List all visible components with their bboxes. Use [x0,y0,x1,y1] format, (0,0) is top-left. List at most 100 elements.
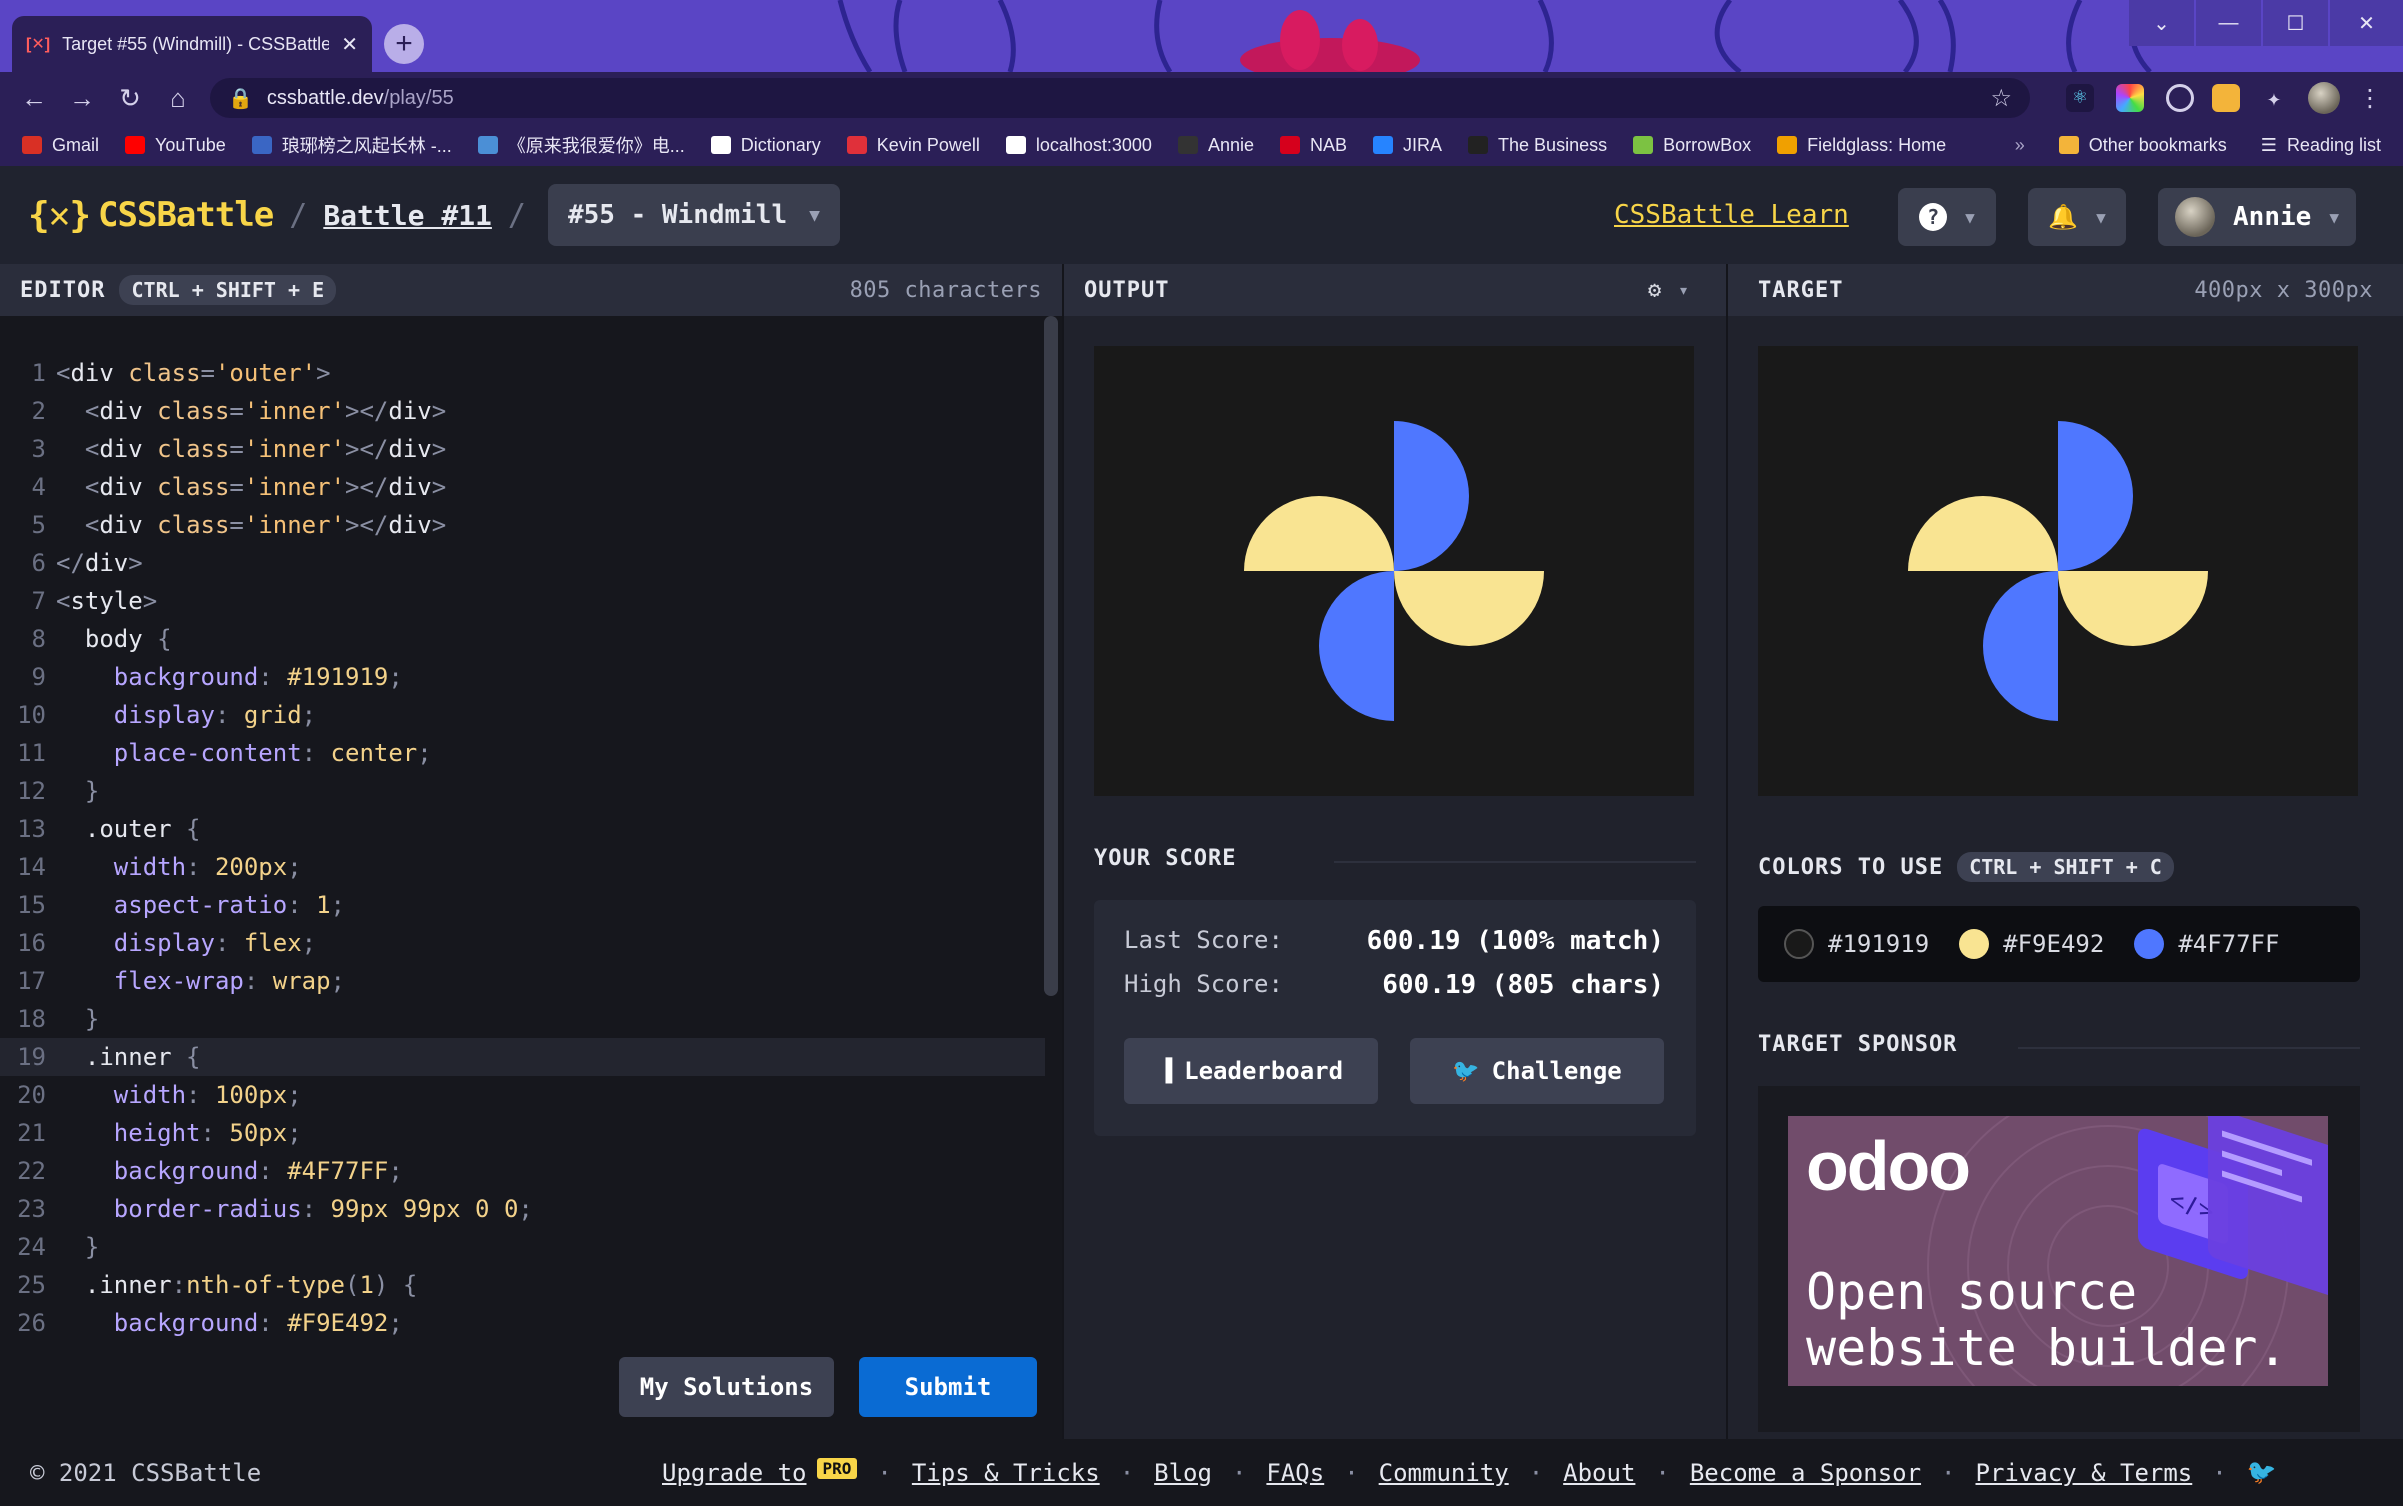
code-line[interactable]: 24 } [0,1228,1045,1266]
bookmark-item[interactable]: JIRA [1373,135,1442,156]
close-tab-icon[interactable]: ✕ [341,32,358,57]
become-sponsor-link[interactable]: Become a Sponsor [1690,1459,1921,1487]
settings-gear-icon[interactable]: ⚙ [1648,278,1662,303]
back-icon[interactable]: ← [10,83,58,114]
colorzilla-icon[interactable] [2116,84,2144,112]
submit-button[interactable]: Submit [859,1357,1037,1417]
code-line[interactable]: 10 display: grid; [0,696,1045,734]
more-bookmarks-button[interactable]: » [2015,135,2025,156]
bookmark-star-icon[interactable]: ☆ [1990,84,2012,113]
challenge-button[interactable]: 🐦 Challenge [1410,1038,1664,1104]
upgrade-pro-link[interactable]: Upgrade to PRO [662,1457,858,1487]
code-line[interactable]: 9 background: #191919; [0,658,1045,696]
code-line[interactable]: 22 background: #4F77FF; [0,1152,1045,1190]
react-devtools-icon[interactable]: ⚛ [2066,84,2094,112]
privacy-terms-link[interactable]: Privacy & Terms [1976,1459,2193,1487]
code-line[interactable]: 12 } [0,772,1045,810]
notifications-button[interactable]: 🔔 ▼ [2028,188,2126,246]
bookmark-item[interactable]: Annie [1177,135,1254,156]
twitter-icon[interactable]: 🐦 [2247,1458,2277,1487]
code-line[interactable]: 1 <div class='outer'> [0,354,1045,392]
bookmark-item[interactable]: BorrowBox [1633,135,1751,156]
cssbattle-learn-link[interactable]: CSSBattle Learn [1614,200,1849,230]
bookmark-item[interactable]: YouTube [125,135,226,156]
code-line[interactable]: 8 body { [0,620,1045,658]
code-line[interactable]: 19 .inner { [0,1038,1045,1076]
code-line[interactable]: 11 place-content: center; [0,734,1045,772]
close-window-button[interactable]: ✕ [2329,0,2403,46]
other-bookmarks-folder[interactable]: Other bookmarks [2058,135,2227,156]
bookmark-item[interactable]: 琅琊榜之风起长林 -... [251,132,452,158]
extension-target-icon[interactable] [2166,84,2194,112]
code-line[interactable]: 15 aspect-ratio: 1; [0,886,1045,924]
faqs-link[interactable]: FAQs [1266,1459,1324,1487]
forward-icon[interactable]: → [58,83,106,114]
user-menu-button[interactable]: Annie ▼ [2158,188,2356,246]
color-chip[interactable]: #4F77FF [2134,929,2279,959]
color-chip[interactable]: #191919 [1784,929,1929,959]
tab-search-button[interactable]: ⌄ [2128,0,2194,46]
tips-tricks-link[interactable]: Tips & Tricks [912,1459,1100,1487]
code-line[interactable]: 3 <div class='inner'></div> [0,430,1045,468]
target-select[interactable]: #55 - Windmill ▼ [547,184,840,246]
footer-bullet: · [1119,1458,1135,1487]
my-solutions-button[interactable]: My Solutions [619,1357,834,1417]
address-bar[interactable]: 🔒 cssbattle.dev/play/55 ☆ [210,78,2030,118]
battle-link[interactable]: Battle #11 [323,199,492,232]
profile-avatar-icon[interactable] [2308,82,2340,114]
code-line[interactable]: 13 .outer { [0,810,1045,848]
minimize-button[interactable]: — [2195,0,2261,46]
code-line[interactable]: 4 <div class='inner'></div> [0,468,1045,506]
blog-link[interactable]: Blog [1154,1459,1212,1487]
extensions-puzzle-icon[interactable]: ✦ [2260,84,2288,112]
community-link[interactable]: Community [1379,1459,1509,1487]
code-line[interactable]: 26 background: #F9E492; [0,1304,1045,1342]
about-link[interactable]: About [1563,1459,1635,1487]
color-chip[interactable]: #F9E492 [1959,929,2104,959]
bookmark-item[interactable]: The Business [1468,135,1607,156]
code-line[interactable]: 16 display: flex; [0,924,1045,962]
code-line[interactable]: 6 </div> [0,544,1045,582]
reload-icon[interactable]: ↻ [106,83,154,114]
extension-note-icon[interactable] [2212,84,2240,112]
code-text: width: 200px; [113,853,302,881]
bookmark-item[interactable]: Gmail [22,135,99,156]
maximize-button[interactable]: ☐ [2262,0,2328,46]
upgrade-link-text[interactable]: Upgrade to [662,1459,807,1487]
sponsor-tagline-line-2: website builder. [1806,1319,2288,1377]
code-line[interactable]: 20 width: 100px; [0,1076,1045,1114]
leaderboard-button[interactable]: ▐ Leaderboard [1124,1038,1378,1104]
code-line[interactable]: 5 <div class='inner'></div> [0,506,1045,544]
output-preview[interactable] [1094,346,1694,796]
code-line[interactable]: 17 flex-wrap: wrap; [0,962,1045,1000]
help-button[interactable]: ? ▼ [1898,188,1996,246]
home-icon[interactable]: ⌂ [154,83,202,114]
cssbattle-logo[interactable]: {✕} CSSBattle [28,195,274,236]
bookmark-item[interactable]: Kevin Powell [846,135,980,156]
editor-scrollbar[interactable] [1044,316,1058,996]
code-line[interactable]: 2 <div class='inner'></div> [0,392,1045,430]
bookmark-item[interactable]: localhost:3000 [1005,135,1152,156]
browser-tab[interactable]: [✕] Target #55 (Windmill) - CSSBattle ✕ [12,16,372,72]
target-image[interactable] [1758,346,2358,796]
bookmark-label: Gmail [52,134,100,155]
reading-list-button[interactable]: ☰ Reading list [2261,135,2381,156]
blade-yellow-right [1394,571,1544,646]
code-line[interactable]: 18 } [0,1000,1045,1038]
code-line[interactable]: 23 border-radius: 99px 99px 0 0; [0,1190,1045,1228]
browser-menu-icon[interactable]: ⋮ [2356,84,2384,112]
sponsor-ad[interactable]: </> odoo Open source website builder. [1788,1116,2328,1386]
color-hex: #F9E492 [2003,930,2105,958]
bookmark-item[interactable]: Dictionary [710,135,821,156]
code-area[interactable]: 1 <div class='outer'> 2 <div class='inner'… [0,354,1045,1354]
bookmark-item[interactable]: 《原来我很爱你》电... [477,132,685,158]
code-line[interactable]: 14 width: 200px; [0,848,1045,886]
code-editor[interactable]: 1 <div class='outer'> 2 <div class='inner'… [0,316,1062,1439]
code-line[interactable]: 25 .inner:nth-of-type(1) { [0,1266,1045,1304]
new-tab-button[interactable]: + [384,24,424,64]
bookmark-item[interactable]: NAB [1280,135,1347,156]
code-line[interactable]: 7 <style> [0,582,1045,620]
bookmark-item[interactable]: Fieldglass: Home [1777,135,1946,156]
chevron-down-icon[interactable]: ▾ [1678,280,1690,301]
code-line[interactable]: 21 height: 50px; [0,1114,1045,1152]
